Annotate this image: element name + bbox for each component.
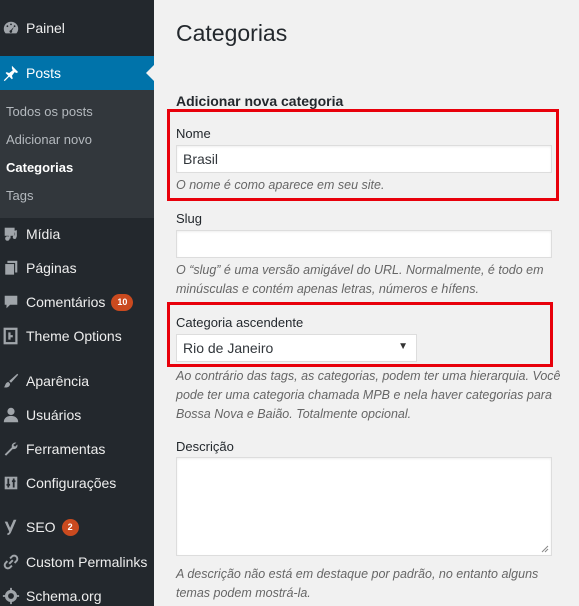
sidebar-item-ferramentas[interactable]: Ferramentas (0, 432, 154, 466)
sidebar-item-label: Usuários (26, 407, 82, 423)
wrench-icon (0, 440, 26, 458)
sidebar-item-label: SEO (26, 519, 56, 535)
description-label: Descrição (176, 439, 234, 454)
admin-sidebar: Painel Posts Todos os posts Adicionar no… (0, 0, 154, 606)
description-help-text-1: A descrição não está em destaque por pad… (176, 567, 539, 581)
pages-icon (0, 259, 26, 277)
sidebar-item-label: Ferramentas (26, 441, 106, 457)
sidebar-item-label: Custom Permalinks (26, 554, 148, 570)
sidebar-item-label: Schema.org (26, 588, 102, 604)
page-title: Categorias (176, 20, 288, 46)
sidebar-item-label: Theme Options (26, 328, 122, 344)
sidebar-item-aparencia[interactable]: Aparência (0, 364, 154, 398)
resize-handle-icon[interactable] (541, 545, 549, 553)
sidebar-item-posts[interactable]: Posts (0, 56, 154, 90)
submenu-item-adicionar-novo[interactable]: Adicionar novo (6, 132, 92, 147)
gear-icon (0, 587, 26, 605)
sidebar-item-label: Páginas (26, 260, 77, 276)
description-textarea[interactable] (176, 457, 552, 556)
parent-help-text-3: Bossa Nova e Baião. Totalmente opcional. (176, 407, 412, 421)
user-icon (0, 406, 26, 424)
section-title: Adicionar nova categoria (176, 93, 344, 109)
sidebar-item-label: Comentários (26, 294, 106, 310)
name-highlight-box (167, 109, 559, 201)
main-content: Categorias Adicionar nova categoria Nome… (154, 0, 579, 606)
dashboard-icon (0, 19, 26, 37)
brush-icon (0, 372, 26, 390)
sidebar-item-label: Mídia (26, 226, 61, 242)
submenu-item-categorias[interactable]: Categorias (6, 160, 73, 175)
slug-help-text-2: minúsculas e contém apenas letras, númer… (176, 282, 479, 296)
seo-count-badge: 2 (61, 518, 79, 536)
sidebar-item-label: Painel (26, 20, 65, 36)
yoast-icon (0, 518, 26, 536)
posts-submenu: Todos os posts Adicionar novo Categorias… (0, 90, 154, 218)
slug-label: Slug (176, 211, 203, 226)
slug-field[interactable] (176, 230, 552, 258)
sidebar-item-painel[interactable]: Painel (0, 11, 154, 45)
sidebar-item-usuarios[interactable]: Usuários (0, 398, 154, 432)
sidebar-item-seo[interactable]: SEO 2 (0, 510, 154, 544)
sidebar-item-label: Configurações (26, 475, 117, 491)
link-icon (0, 553, 26, 571)
sidebar-item-configuracoes[interactable]: Configurações (0, 466, 154, 500)
sidebar-item-theme-options[interactable]: Theme Options (0, 319, 154, 353)
theme-options-icon (0, 327, 26, 345)
parent-highlight-box (167, 302, 553, 367)
submenu-item-tags[interactable]: Tags (6, 188, 33, 203)
slug-help-text-1: O “slug” é uma versão amigável do URL. N… (176, 263, 544, 277)
comment-count-badge: 10 (111, 293, 134, 311)
sidebar-item-label: Aparência (26, 373, 90, 389)
sidebar-item-custom-permalinks[interactable]: Custom Permalinks (0, 545, 154, 579)
description-help-text-2: temas podem mostrá-la. (176, 586, 311, 600)
parent-help-text-1: Ao contrário das tags, as categorias, po… (176, 369, 561, 383)
sidebar-item-label: Posts (26, 65, 62, 81)
sidebar-item-paginas[interactable]: Páginas (0, 251, 154, 285)
comment-icon (0, 293, 26, 311)
media-icon (0, 225, 26, 243)
parent-help-text-2: pode ter uma categoria chamada MPB e nel… (176, 388, 552, 402)
submenu-item-todos-os-posts[interactable]: Todos os posts (6, 104, 93, 119)
sidebar-item-midia[interactable]: Mídia (0, 217, 154, 251)
sidebar-item-comentarios[interactable]: Comentários 10 (0, 285, 154, 319)
sidebar-item-schema[interactable]: Schema.org (0, 579, 154, 606)
pin-icon (0, 64, 26, 82)
settings-icon (0, 474, 26, 492)
